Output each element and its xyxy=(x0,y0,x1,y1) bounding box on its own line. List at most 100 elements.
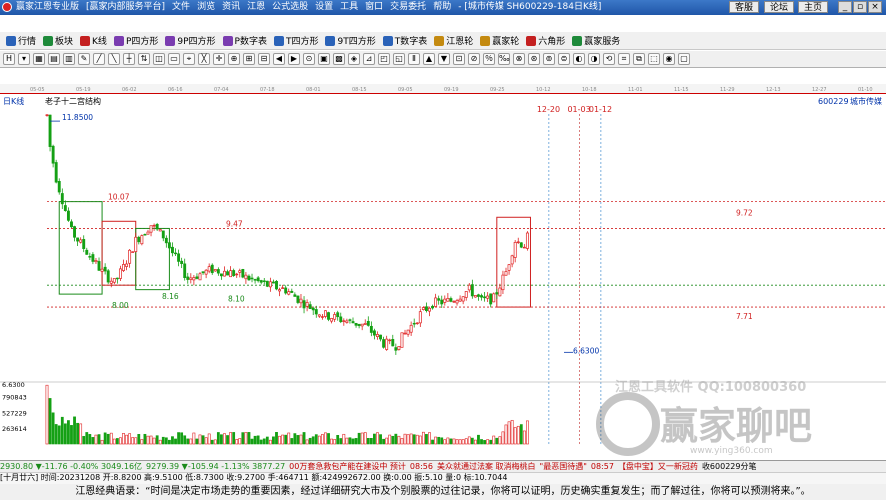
draw-tool-icon[interactable]: ⊗ xyxy=(513,53,525,65)
close-icon[interactable]: × xyxy=(868,1,882,13)
toolbar-button-5[interactable]: P数字表 xyxy=(221,34,269,47)
volume-bar xyxy=(382,438,386,445)
draw-tool-icon[interactable]: ▤ xyxy=(48,53,60,65)
menu-bar: 赢家江恩专业版 [赢家内部服务平台] 文件 浏览 资讯 江恩 公式选股 设置 工具 窗口 交易委托帮… xyxy=(16,1,601,14)
toolbar-button-1[interactable]: 板块 xyxy=(41,34,75,47)
menu-item-4[interactable]: 资讯 xyxy=(222,1,240,14)
draw-tool-icon[interactable]: ▦ xyxy=(33,53,45,65)
candle-body xyxy=(48,114,52,147)
draw-tool-icon[interactable]: ▲ xyxy=(423,53,435,65)
volume-bar xyxy=(183,435,187,445)
toolbar-button-6[interactable]: T四方形 xyxy=(272,34,321,47)
toolbar-button-11[interactable]: 六角形 xyxy=(524,34,567,47)
draw-tool-icon[interactable]: ▭ xyxy=(168,53,180,65)
draw-tool-icon[interactable]: ◈ xyxy=(348,53,360,65)
draw-tool-icon[interactable]: ⊘ xyxy=(468,53,480,65)
toolbar-button-label: 板块 xyxy=(55,37,74,47)
draw-tool-icon[interactable]: ◐ xyxy=(573,53,585,65)
toolbar-button-3[interactable]: P四方形 xyxy=(112,34,160,47)
draw-tool-icon[interactable]: ⊕ xyxy=(228,53,240,65)
toolbar-button-0[interactable]: 行情 xyxy=(4,34,38,47)
candle-body xyxy=(109,280,113,284)
toolbar-button-7[interactable]: 9T四方形 xyxy=(323,34,377,47)
toolbar-button-2[interactable]: K线 xyxy=(78,34,109,47)
draw-tool-icon[interactable]: ◰ xyxy=(378,53,390,65)
home-button[interactable]: 主页 xyxy=(798,1,829,13)
price-label: 8.10 xyxy=(228,295,245,304)
menu-item-9[interactable]: 窗口 xyxy=(365,1,383,14)
volume-tick: 263614 xyxy=(2,425,27,433)
volume-bar xyxy=(403,433,407,445)
draw-tool-icon[interactable]: ⌖ xyxy=(183,53,195,65)
forum-button[interactable]: 论坛 xyxy=(764,1,795,13)
volume-bar xyxy=(458,439,462,445)
candle-body xyxy=(351,321,355,324)
candle-body xyxy=(54,162,58,183)
draw-tool-icon[interactable]: ⊜ xyxy=(558,53,570,65)
toolbar-button-9[interactable]: 江恩轮 xyxy=(432,34,475,47)
draw-tool-icon[interactable]: ⊡ xyxy=(453,53,465,65)
draw-tool-icon[interactable]: ◑ xyxy=(588,53,600,65)
toolbar-button-12[interactable]: 赢家服务 xyxy=(570,34,622,47)
menu-item-10[interactable]: 交易委托 xyxy=(390,1,426,14)
volume-bar xyxy=(495,437,499,445)
draw-tool-icon[interactable]: ▥ xyxy=(63,53,75,65)
draw-tool-icon[interactable]: ◉ xyxy=(663,53,675,65)
draw-tool-icon[interactable]: ⇅ xyxy=(138,53,150,65)
kline-chart[interactable]: 日K线 老子十二宫结构 600229 城市传媒 12-20 01-03 01-12 11.85… xyxy=(0,94,886,459)
draw-tool-icon[interactable]: Ⅱ xyxy=(408,53,420,65)
toolbar-button-10[interactable]: 赢家轮 xyxy=(478,34,521,47)
service-button[interactable]: 客服 xyxy=(729,1,760,13)
toolbar-button-4[interactable]: 9P四方形 xyxy=(163,34,217,47)
volume-bar xyxy=(366,438,370,445)
draw-tool-icon[interactable]: ⊟ xyxy=(258,53,270,65)
menu-item-6[interactable]: 公式选股 xyxy=(272,1,308,14)
toolbar-button-icon xyxy=(80,35,91,46)
menu-item-11[interactable]: 帮助 xyxy=(433,1,451,14)
draw-tool-icon[interactable]: ▩ xyxy=(333,53,345,65)
menu-item-3[interactable]: 浏览 xyxy=(197,1,215,14)
draw-tool-icon[interactable]: ⊛ xyxy=(528,53,540,65)
candle-body xyxy=(424,306,428,311)
draw-tool-icon[interactable]: ╲ xyxy=(108,53,120,65)
draw-tool-icon[interactable]: ⟲ xyxy=(603,53,615,65)
volume-bar xyxy=(400,438,404,445)
menu-item-7[interactable]: 设置 xyxy=(315,1,333,14)
draw-tool-icon[interactable]: H xyxy=(3,53,15,65)
draw-tool-icon[interactable]: ▣ xyxy=(318,53,330,65)
draw-tool-icon[interactable]: ⊚ xyxy=(543,53,555,65)
candle-body xyxy=(415,322,419,325)
price-label: 10.07 xyxy=(108,193,130,202)
volume-bar xyxy=(94,434,98,445)
draw-tool-icon[interactable]: ◱ xyxy=(393,53,405,65)
draw-tool-icon[interactable]: ⊙ xyxy=(303,53,315,65)
volume-bar xyxy=(106,433,110,445)
menu-item-2[interactable]: 文件 xyxy=(172,1,190,14)
draw-tool-icon[interactable]: ✛ xyxy=(213,53,225,65)
draw-tool-icon[interactable]: ▾ xyxy=(18,53,30,65)
draw-tool-icon[interactable]: ▢ xyxy=(678,53,690,65)
menu-item-8[interactable]: 工具 xyxy=(340,1,358,14)
draw-tool-icon[interactable]: ⬚ xyxy=(648,53,660,65)
draw-tool-icon[interactable]: ⧉ xyxy=(633,53,645,65)
draw-tool-icon[interactable]: ┼ xyxy=(123,53,135,65)
draw-tool-icon[interactable]: ⌗ xyxy=(618,53,630,65)
restore-icon[interactable]: ▫ xyxy=(853,1,867,13)
draw-tool-icon[interactable]: ◫ xyxy=(153,53,165,65)
draw-tool-icon[interactable]: ‰ xyxy=(498,53,510,65)
minimize-icon[interactable]: _ xyxy=(838,1,852,13)
draw-tool-icon[interactable]: ⊿ xyxy=(363,53,375,65)
draw-tool-icon[interactable]: ✎ xyxy=(78,53,90,65)
draw-tool-icon[interactable]: ▼ xyxy=(438,53,450,65)
draw-tool-icon[interactable]: ％ xyxy=(483,53,495,65)
menu-item-5[interactable]: 江恩 xyxy=(247,1,265,14)
candle-body xyxy=(345,320,349,323)
draw-tool-icon[interactable]: ╱ xyxy=(93,53,105,65)
draw-tool-icon[interactable]: ⊞ xyxy=(243,53,255,65)
volume-bar xyxy=(455,439,459,445)
draw-tool-icon[interactable]: ◀ xyxy=(273,53,285,65)
volume-bar xyxy=(290,438,294,445)
toolbar-button-8[interactable]: T数字表 xyxy=(381,34,430,47)
draw-tool-icon[interactable]: ▶ xyxy=(288,53,300,65)
draw-tool-icon[interactable]: ╳ xyxy=(198,53,210,65)
